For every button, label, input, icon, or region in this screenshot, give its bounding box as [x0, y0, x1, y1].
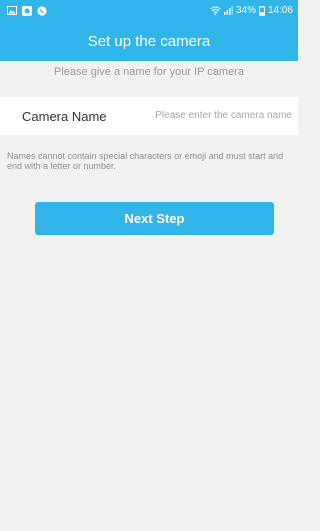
gallery-icon	[7, 6, 17, 15]
camera-name-input[interactable]	[140, 104, 292, 126]
status-bar: 34% 14:06	[0, 0, 298, 21]
name-prompt-text: Please give a name for your IP camera	[54, 66, 244, 78]
name-rules-hint: Names cannot contain special characters …	[7, 151, 284, 171]
next-step-button[interactable]: Next Step	[35, 202, 274, 235]
status-right-icons: 34% 14:06	[210, 5, 298, 16]
status-left-icons	[0, 5, 47, 16]
app-icon	[22, 5, 32, 16]
whatsapp-icon	[37, 5, 47, 16]
app-header: Set up the camera	[0, 21, 298, 61]
battery-percent: 34%	[235, 5, 256, 16]
camera-name-row: Camera Name	[0, 97, 298, 135]
wifi-icon	[210, 6, 221, 15]
camera-name-label: Camera Name	[22, 109, 107, 124]
signal-icon	[223, 6, 233, 15]
clock: 14:06	[267, 5, 293, 16]
battery-icon	[258, 5, 265, 16]
page-title: Set up the camera	[87, 32, 211, 50]
